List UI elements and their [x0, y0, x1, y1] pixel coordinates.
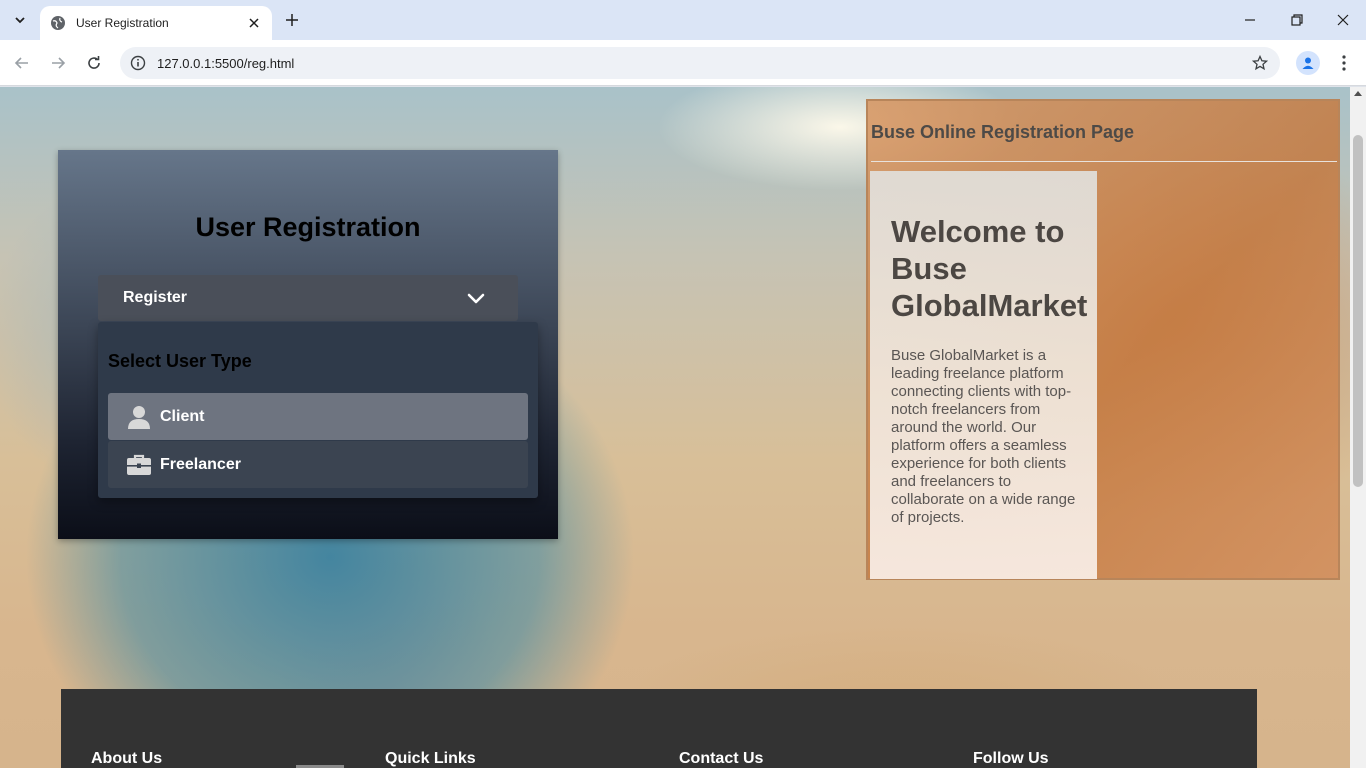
browser-toolbar: 127.0.0.1:5500/reg.html — [0, 40, 1366, 86]
footer-heading-contact: Contact Us — [679, 750, 764, 767]
restore-icon — [1291, 14, 1303, 26]
url-text[interactable]: 127.0.0.1:5500/reg.html — [157, 56, 294, 71]
registration-card: User Registration Register Select User T… — [58, 150, 558, 539]
close-icon — [249, 18, 259, 28]
footer-heading-about: About Us — [91, 750, 163, 767]
register-dropdown-label: Register — [123, 289, 188, 306]
welcome-box: Welcome to Buse GlobalMarket Buse Global… — [870, 171, 1097, 579]
address-bar[interactable]: 127.0.0.1:5500/reg.html — [120, 47, 1280, 79]
page-viewport: User Registration Register Select User T… — [0, 87, 1350, 768]
info-icon[interactable] — [130, 55, 146, 71]
tab-search-button[interactable] — [8, 8, 32, 32]
minimize-icon — [1245, 19, 1255, 21]
close-tab-button[interactable] — [246, 15, 262, 31]
register-dropdown-toggle[interactable]: Register — [98, 275, 518, 321]
welcome-description: Buse GlobalMarket is a leading freelance… — [891, 347, 1076, 526]
browser-tab-strip: User Registration — [0, 0, 1366, 40]
user-type-menu: Select User Type Client Freelancer — [98, 322, 538, 498]
menu-item-label: Freelancer — [160, 455, 241, 473]
footer-heading-follow: Follow Us — [973, 750, 1049, 767]
tab-title: User Registration — [76, 16, 169, 30]
browser-menu-button[interactable] — [1334, 52, 1354, 74]
scrollbar-thumb[interactable] — [1353, 135, 1363, 487]
arrow-left-icon — [14, 57, 28, 69]
back-button[interactable] — [11, 52, 33, 74]
close-window-button[interactable] — [1333, 10, 1353, 30]
menu-item-client[interactable]: Client — [108, 393, 528, 440]
new-tab-button[interactable] — [282, 10, 302, 30]
panel-title: Buse Online Registration Page — [871, 122, 1135, 142]
user-type-menu-title: Select User Type — [108, 351, 252, 371]
scroll-up-arrow-icon[interactable] — [1354, 91, 1362, 96]
person-icon — [1302, 57, 1314, 69]
globe-icon — [51, 16, 65, 30]
minimize-button[interactable] — [1240, 10, 1260, 30]
footer-heading-quick-links: Quick Links — [385, 750, 476, 767]
welcome-heading: Welcome to Buse GlobalMarket — [891, 214, 1088, 323]
close-icon — [1337, 14, 1349, 26]
registration-title: User Registration — [195, 212, 421, 242]
more-vert-icon — [1342, 55, 1346, 71]
panel-divider — [871, 161, 1337, 162]
forward-button[interactable] — [47, 52, 69, 74]
reload-button[interactable] — [83, 52, 105, 74]
vertical-scrollbar[interactable] — [1350, 87, 1366, 768]
menu-item-label: Client — [160, 407, 205, 425]
profile-button[interactable] — [1296, 51, 1320, 75]
browser-tab[interactable]: User Registration — [40, 6, 272, 40]
site-footer: About Us Quick Links Contact Us Follow U… — [61, 689, 1257, 768]
reload-icon — [88, 56, 100, 69]
briefcase-icon — [126, 452, 152, 478]
plus-icon — [286, 14, 298, 26]
star-icon[interactable] — [1252, 55, 1268, 71]
arrow-right-icon — [52, 57, 66, 69]
restore-button[interactable] — [1287, 10, 1307, 30]
chevron-down-icon — [467, 293, 485, 304]
info-panel: Buse Online Registration Page Welcome to… — [866, 99, 1340, 580]
chevron-down-icon — [15, 17, 25, 24]
menu-item-freelancer[interactable]: Freelancer — [108, 441, 528, 488]
user-icon — [126, 404, 152, 430]
